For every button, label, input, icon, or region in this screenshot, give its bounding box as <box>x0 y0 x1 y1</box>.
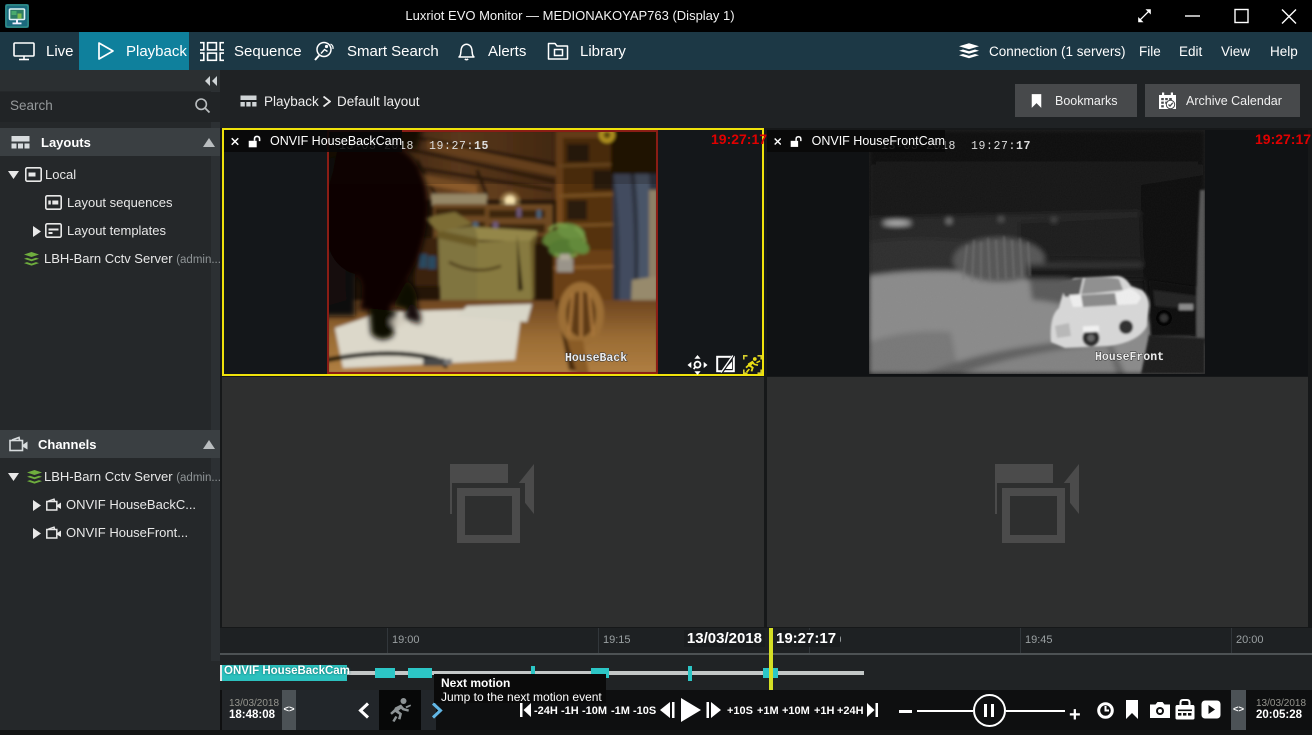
svg-text:HouseFront: HouseFront <box>1095 351 1164 364</box>
svg-text:HouseBack: HouseBack <box>565 352 627 365</box>
